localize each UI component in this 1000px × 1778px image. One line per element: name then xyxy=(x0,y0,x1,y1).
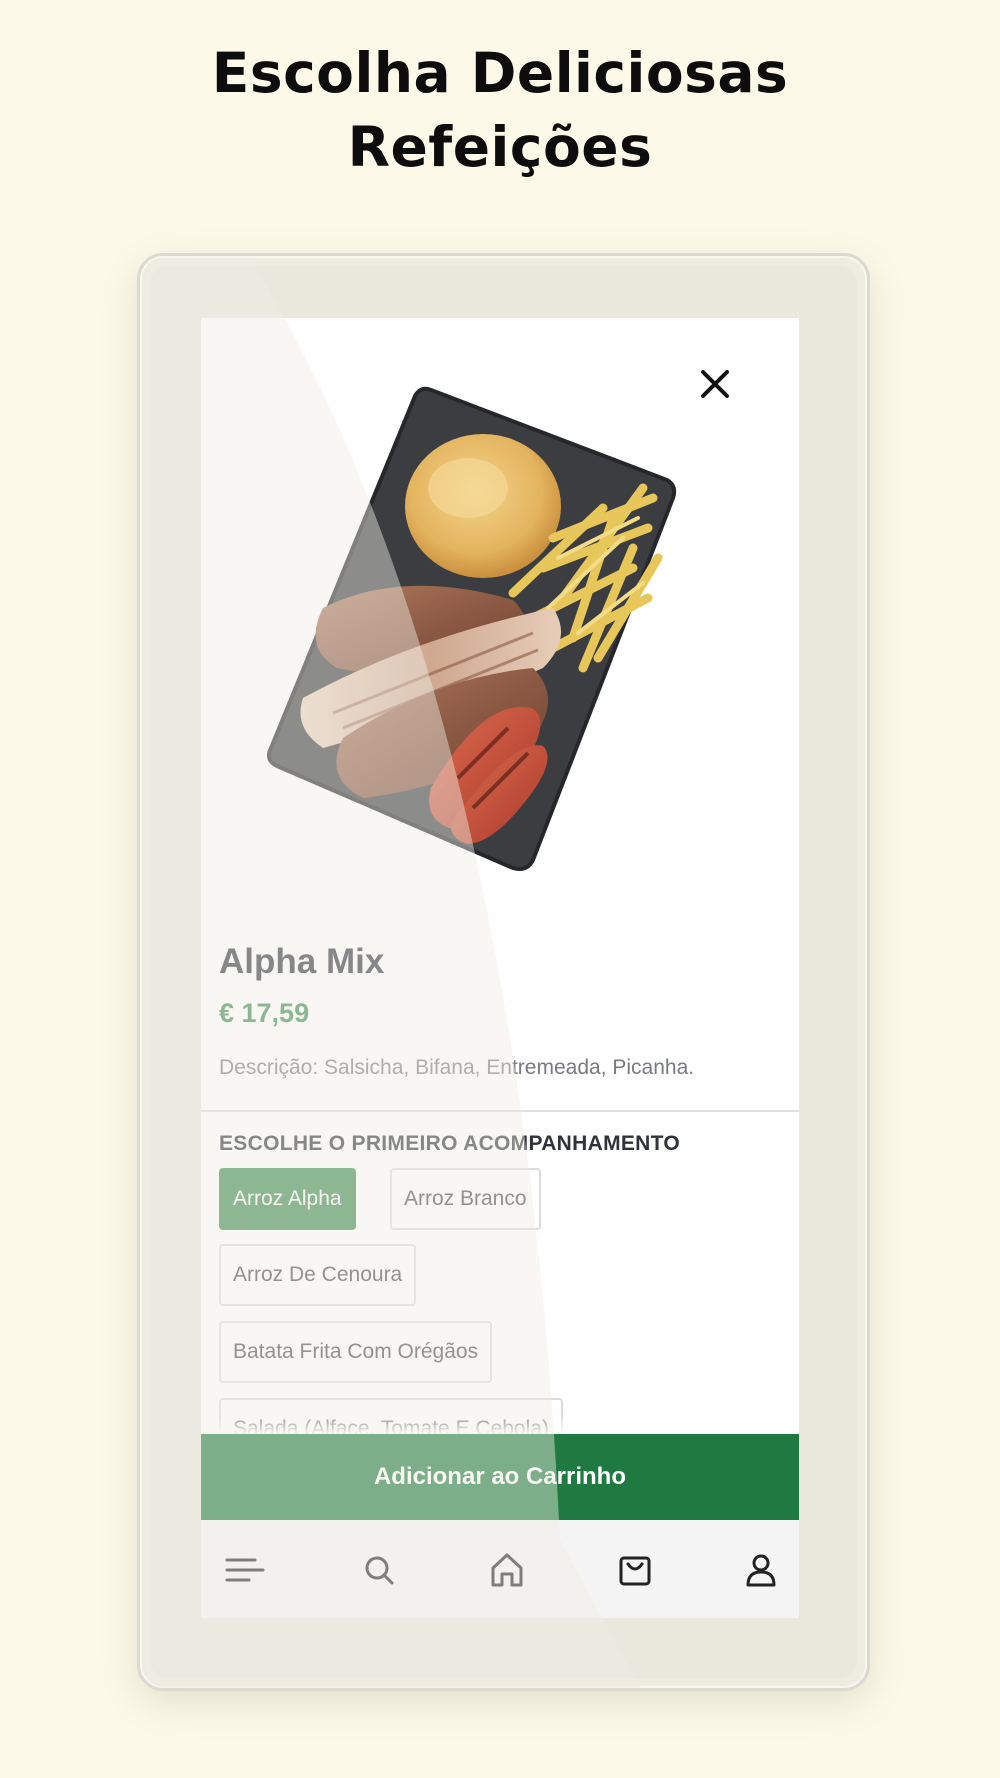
product-price: € 17,59 xyxy=(219,998,310,1028)
close-icon[interactable] xyxy=(695,364,735,404)
option-chip[interactable]: Arroz Alpha xyxy=(219,1168,356,1230)
menu-icon[interactable] xyxy=(223,1550,267,1590)
search-icon[interactable] xyxy=(357,1550,401,1590)
product-detail-screen: Alpha Mix € 17,59 Descrição: Salsicha, B… xyxy=(201,318,799,1618)
headline-line-1: Escolha Deliciosas xyxy=(211,41,789,105)
bottom-nav xyxy=(201,1520,799,1618)
bag-icon[interactable] xyxy=(613,1550,657,1590)
divider xyxy=(201,1110,799,1112)
food-image xyxy=(267,386,677,871)
option-chip[interactable]: Batata Frita Com Orégãos xyxy=(219,1321,493,1383)
section-title: ESCOLHE O PRIMEIRO ACOMPANHAMENTO xyxy=(219,1132,681,1155)
product-description: Descrição: Salsicha, Bifana, Entremeada,… xyxy=(219,1056,695,1079)
headline: Escolha Deliciosas Refeições xyxy=(0,36,1000,184)
home-icon[interactable] xyxy=(485,1550,529,1590)
product-name: Alpha Mix xyxy=(219,942,385,981)
option-chip[interactable]: Arroz De Cenoura xyxy=(219,1244,417,1306)
option-chip[interactable]: Arroz Branco xyxy=(390,1168,541,1230)
headline-line-2: Refeições xyxy=(347,115,653,179)
user-icon[interactable] xyxy=(739,1550,783,1590)
add-to-cart-button[interactable]: Adicionar ao Carrinho xyxy=(201,1416,799,1520)
